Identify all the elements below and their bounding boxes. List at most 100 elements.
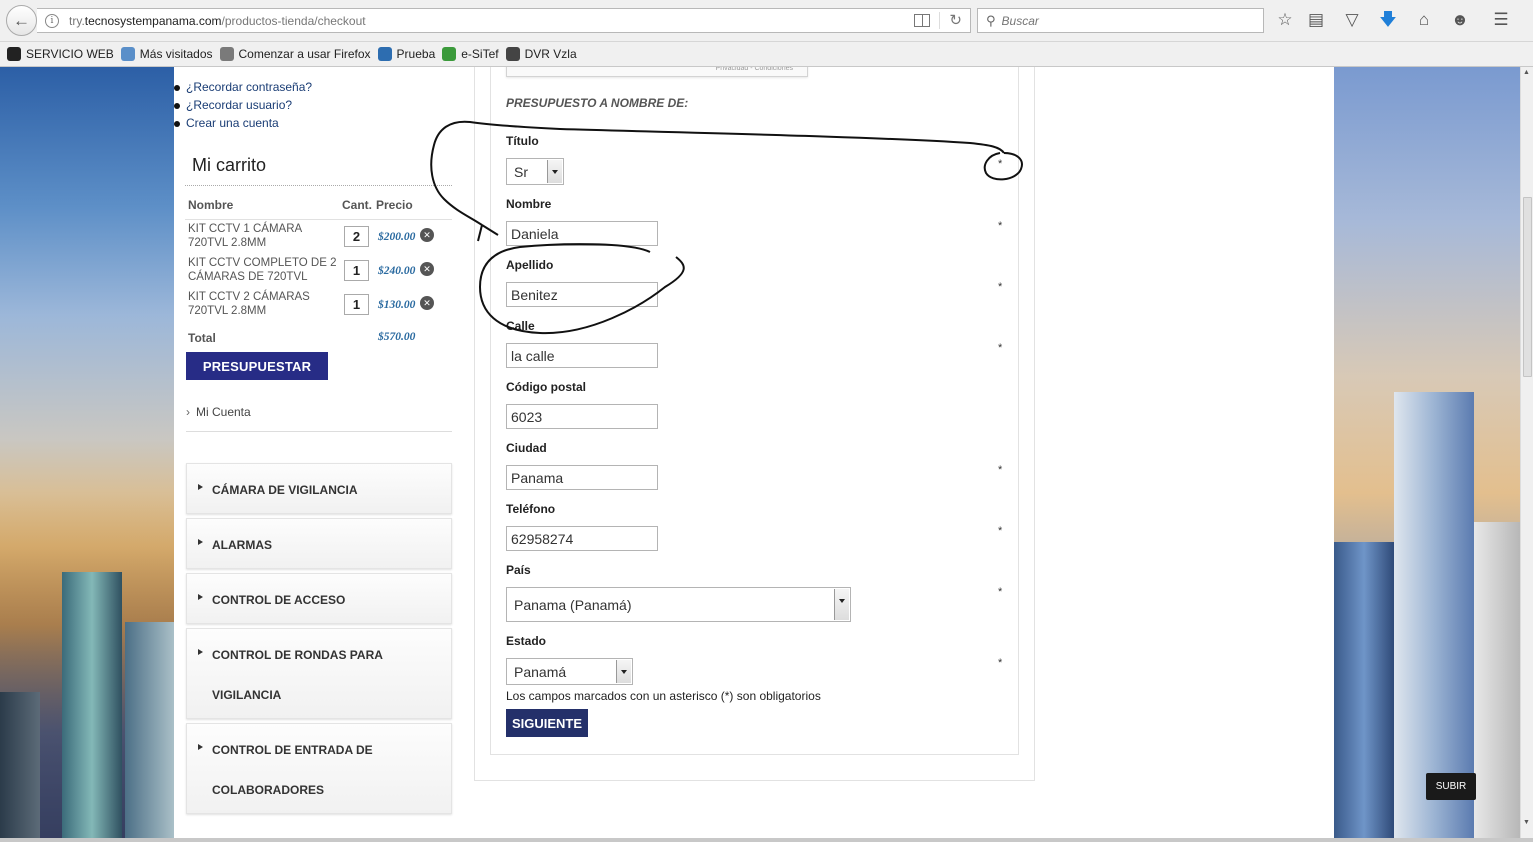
apellido-input[interactable]: Benitez: [506, 282, 658, 307]
category-control-entrada[interactable]: CONTROL DE ENTRADA DE COLABORADORES: [186, 723, 452, 814]
bookmark-item[interactable]: Más visitados: [120, 47, 213, 61]
forgot-username-link[interactable]: ¿Recordar usuario?: [186, 98, 292, 112]
bookmark-label: Más visitados: [139, 47, 213, 61]
search-input[interactable]: [1001, 13, 1242, 28]
building-shape: [1334, 542, 1394, 842]
ciudad-input[interactable]: Panama: [506, 465, 658, 490]
codigo-postal-label: Código postal: [506, 380, 586, 394]
menu-icon[interactable]: ☰: [1490, 10, 1512, 30]
remove-item-icon[interactable]: ✕: [420, 262, 434, 276]
required-mark: *: [998, 525, 1003, 537]
bookmark-label: DVR Vzla: [524, 47, 577, 61]
remove-item-icon[interactable]: ✕: [420, 228, 434, 242]
estado-select[interactable]: Panamá: [506, 658, 633, 685]
scrollbar-thumb[interactable]: [1523, 197, 1532, 377]
column-header-qty: Cant.: [342, 198, 372, 212]
siguiente-button[interactable]: SIGUIENTE: [506, 709, 588, 737]
category-camaras[interactable]: CÁMARA DE VIGILANCIA: [186, 463, 452, 514]
cart-item-name: KIT CCTV 1 CÁMARA 720TVL 2.8MM: [188, 223, 302, 249]
cart-item-qty[interactable]: 1: [344, 294, 369, 315]
category-control-rondas[interactable]: CONTROL DE RONDAS PARA VIGILANCIA: [186, 628, 452, 719]
downloads-icon[interactable]: 🡇: [1377, 10, 1399, 30]
reload-icon[interactable]: ↻: [949, 11, 962, 29]
recaptcha-widget[interactable]: Privacidad - Condiciones: [506, 67, 808, 77]
search-icon: ⚲: [986, 12, 996, 28]
prueba-icon: [377, 47, 392, 61]
titulo-label: Título: [506, 134, 539, 148]
bookmark-item[interactable]: SERVICIO WEB: [7, 47, 114, 61]
page-viewport: ¿Recordar contraseña? ¿Recordar usuario?…: [0, 67, 1520, 842]
telefono-input[interactable]: 62958274: [506, 526, 658, 551]
titulo-select[interactable]: Sr: [506, 158, 564, 185]
caret-right-icon: [198, 649, 203, 655]
url-text[interactable]: try.tecnosystempanama.com/productos-tien…: [69, 14, 366, 28]
scroll-down-icon[interactable]: ▼: [1523, 819, 1530, 826]
caret-right-icon: [198, 539, 203, 545]
category-label: CONTROL DE ENTRADA DE COLABORADORES: [212, 743, 373, 797]
titulo-value: Sr: [514, 163, 528, 180]
pais-select[interactable]: Panama (Panamá): [506, 587, 851, 622]
create-account-link[interactable]: Crear una cuenta: [186, 116, 279, 130]
pocket-icon[interactable]: ▽: [1341, 10, 1363, 30]
dvr-icon: [505, 47, 520, 61]
back-button[interactable]: ←: [6, 5, 37, 36]
hello-chat-icon[interactable]: ☻: [1449, 10, 1471, 30]
cart-item-name: KIT CCTV COMPLETO DE 2 CÁMARAS DE 720TVL: [188, 257, 337, 283]
bookmark-item[interactable]: Prueba: [377, 47, 436, 61]
remove-item-icon[interactable]: ✕: [420, 296, 434, 310]
link-item: Crear una cuenta: [173, 116, 312, 131]
background-city-left: [0, 67, 174, 842]
bookmark-label: Comenzar a usar Firefox: [238, 47, 371, 61]
nombre-input[interactable]: Daniela: [506, 221, 658, 246]
forgot-password-link[interactable]: ¿Recordar contraseña?: [186, 80, 312, 94]
required-mark: *: [998, 158, 1003, 170]
scroll-up-icon[interactable]: ▲: [1523, 69, 1530, 76]
column-header-price: Precio: [376, 198, 413, 212]
category-label: ALARMAS: [212, 538, 272, 552]
site-info-icon[interactable]: i: [45, 13, 59, 28]
link-item: ¿Recordar contraseña?: [173, 80, 312, 95]
bookmarks-list-icon[interactable]: ▤: [1305, 10, 1327, 30]
required-fields-note: Los campos marcados con un asterisco (*)…: [506, 689, 821, 703]
category-alarmas[interactable]: ALARMAS: [186, 518, 452, 569]
caret-right-icon: [198, 744, 203, 750]
background-city-right: [1334, 67, 1520, 842]
form-section-title: PRESUPUESTO A NOMBRE DE:: [506, 96, 689, 110]
presupuestar-button[interactable]: PRESUPUESTAR: [186, 352, 328, 380]
bookmarks-toolbar: SERVICIO WEB Más visitados Comenzar a usar…: [0, 42, 1533, 67]
most-visited-icon: [120, 47, 135, 61]
cart-table: Nombre Cant. Precio KIT CCTV 1 CÁMARA 72…: [185, 198, 452, 322]
my-account-link[interactable]: › Mi Cuenta: [186, 405, 251, 419]
calle-input[interactable]: la calle: [506, 343, 658, 368]
pais-label: País: [506, 563, 531, 577]
bookmark-star-icon[interactable]: ☆: [1274, 10, 1296, 30]
building-shape: [1474, 522, 1520, 842]
bookmark-label: e-SiTef: [461, 47, 499, 61]
cart-item-price: $200.00: [378, 231, 416, 243]
reader-view-icon[interactable]: [914, 14, 930, 27]
estado-label: Estado: [506, 634, 547, 648]
page-scrollbar[interactable]: ▲ ▼: [1520, 67, 1533, 842]
search-bar[interactable]: ⚲: [977, 8, 1264, 33]
cart-total-value: $570.00: [378, 331, 416, 343]
apellido-label: Apellido: [506, 258, 554, 272]
bookmark-item[interactable]: e-SiTef: [442, 47, 499, 61]
bookmark-item[interactable]: Comenzar a usar Firefox: [219, 47, 371, 61]
bookmark-item[interactable]: DVR Vzla: [505, 47, 577, 61]
calle-label: Calle: [506, 319, 535, 333]
bookmark-label: Prueba: [396, 47, 436, 61]
main-content: ¿Recordar contraseña? ¿Recordar usuario?…: [173, 67, 1334, 842]
column-header-name: Nombre: [188, 198, 234, 212]
account-links: ¿Recordar contraseña? ¿Recordar usuario?…: [173, 80, 312, 134]
url-bar[interactable]: i try.tecnosystempanama.com/productos-ti…: [37, 8, 971, 33]
cart-item-price: $240.00: [378, 265, 416, 277]
chevron-down-icon: [547, 160, 562, 183]
cart-item-qty[interactable]: 1: [344, 260, 369, 281]
scroll-to-top-button[interactable]: SUBIR: [1426, 773, 1476, 800]
caret-right-icon: [198, 484, 203, 490]
cart-item-qty[interactable]: 2: [344, 226, 369, 247]
category-control-acceso[interactable]: CONTROL DE ACCESO: [186, 573, 452, 624]
codigo-postal-input[interactable]: 6023: [506, 404, 658, 429]
building-shape: [0, 692, 40, 842]
home-icon[interactable]: ⌂: [1413, 10, 1435, 30]
